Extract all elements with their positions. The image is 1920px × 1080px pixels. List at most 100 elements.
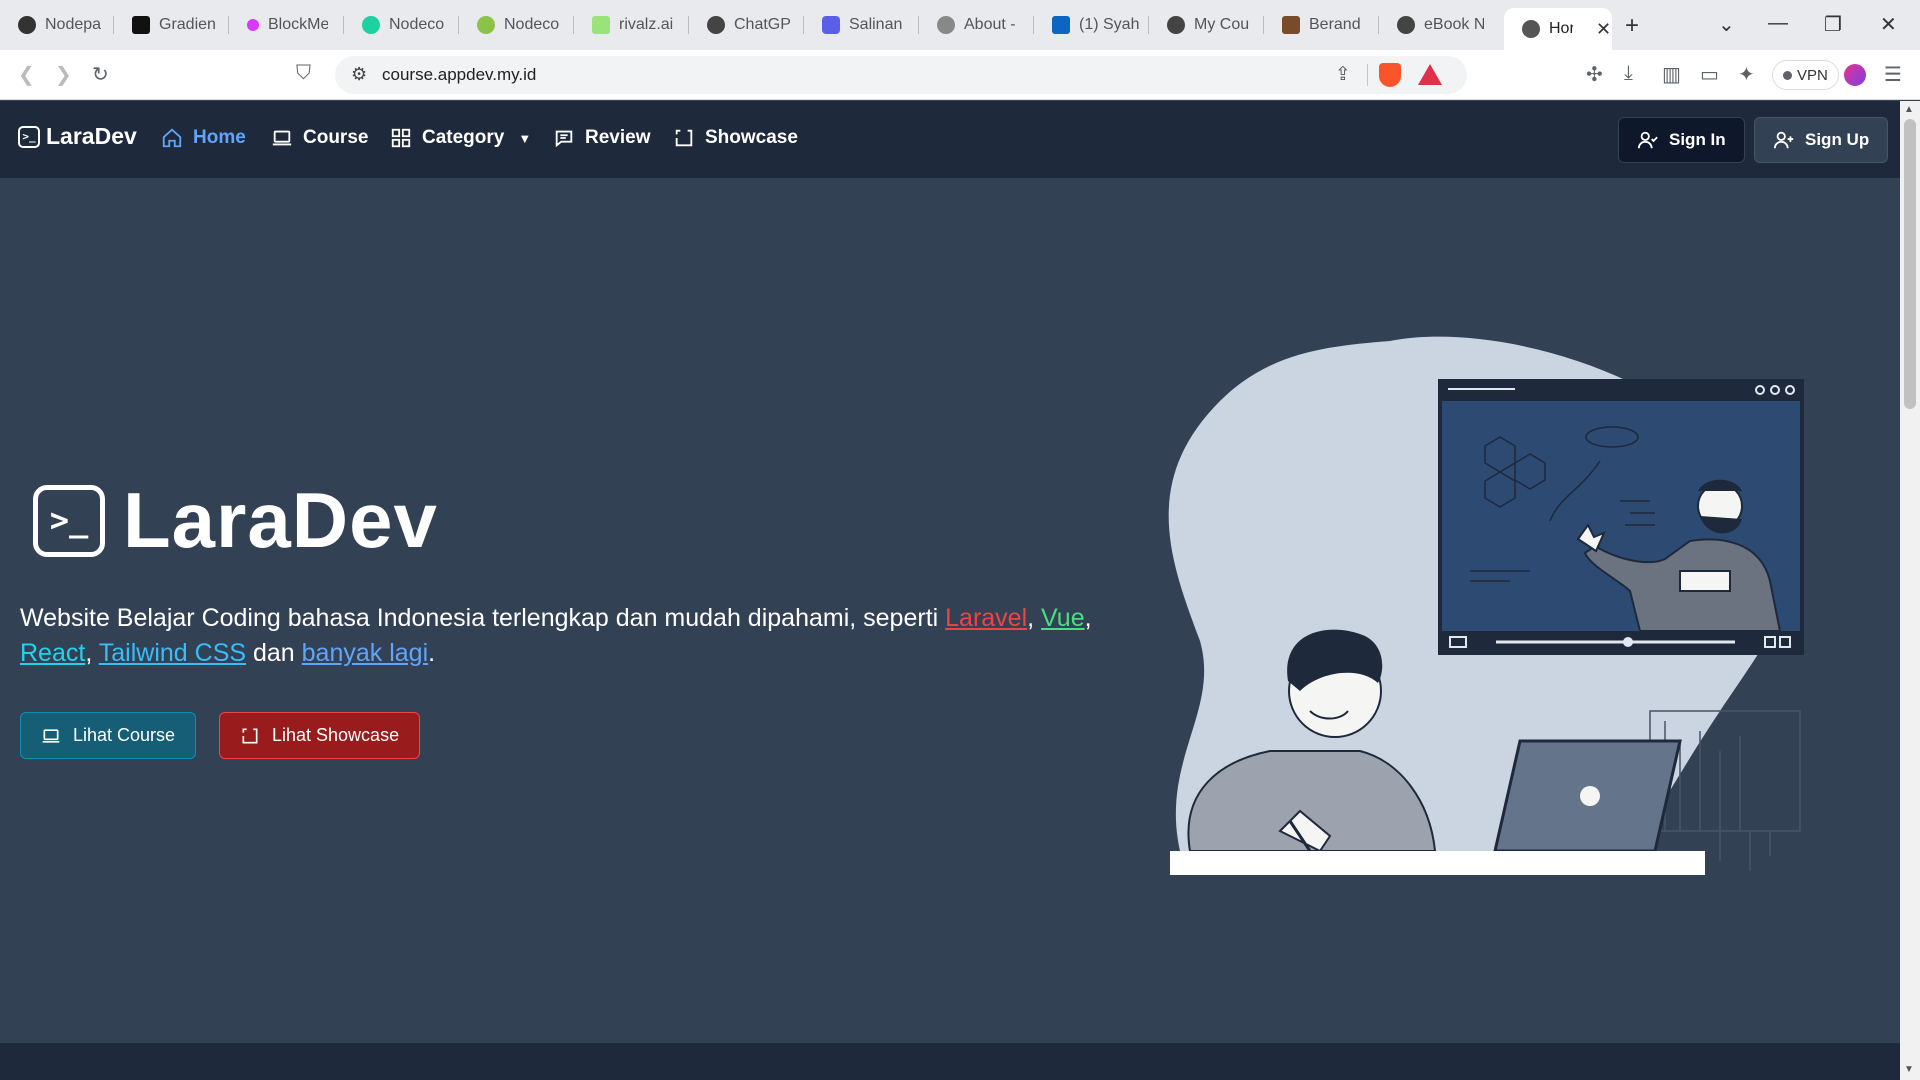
browser-tab-strip: Nodepa Gradien BlockMe Nodeco Nodeco riv…	[0, 0, 1920, 50]
home-icon	[162, 128, 182, 148]
tab-favicon-icon	[132, 16, 150, 34]
url-text[interactable]: course.appdev.my.id	[382, 65, 536, 85]
tab-title: ChatGP	[734, 16, 791, 33]
nav-review-label: Review	[585, 127, 651, 148]
tab-favicon-icon	[1397, 16, 1415, 34]
vpn-status-icon	[1783, 70, 1792, 80]
nav-showcase-label: Showcase	[705, 127, 798, 148]
nav-category-label: Category	[422, 127, 505, 148]
nav-home-label: Home	[193, 127, 246, 148]
brave-shields-icon[interactable]	[1379, 63, 1401, 87]
browser-tab[interactable]: ChatGP	[689, 8, 804, 42]
tab-favicon-icon	[247, 19, 259, 31]
view-course-button[interactable]: Lihat Course	[20, 712, 197, 759]
user-check-icon	[1637, 131, 1658, 149]
nav-course-label: Course	[303, 127, 369, 148]
browser-tab[interactable]: Berand	[1264, 8, 1379, 42]
view-showcase-button[interactable]: Lihat Showcase	[219, 712, 421, 759]
brave-rewards-icon[interactable]	[1418, 64, 1442, 85]
period: .	[428, 639, 436, 667]
globe-icon	[1522, 20, 1540, 38]
comma: ,	[85, 639, 93, 667]
site-settings-icon[interactable]: ⚙	[351, 64, 367, 85]
reload-button[interactable]: ↻	[92, 62, 109, 87]
nav-home[interactable]: Home	[161, 127, 246, 149]
restore-window-button[interactable]: ❐	[1824, 12, 1842, 37]
browser-tab-active[interactable]: Hor ✕	[1504, 8, 1612, 50]
browser-tab[interactable]: BlockMe	[229, 8, 344, 42]
tab-title: Nodeco	[504, 16, 560, 33]
wallet-icon[interactable]: ▭	[1700, 62, 1719, 87]
laptop-icon	[272, 130, 292, 146]
tab-title: Nodepa	[45, 16, 102, 33]
tab-favicon-icon	[1167, 16, 1185, 34]
tab-favicon-icon	[362, 16, 380, 34]
browser-tab[interactable]: About -	[919, 8, 1034, 42]
close-window-button[interactable]: ✕	[1880, 12, 1897, 37]
page-viewport: >_ LaraDev Home Course Category ▼ Review…	[0, 101, 1900, 1080]
bookmark-icon[interactable]: ⛉	[296, 62, 311, 85]
dan-text: dan	[246, 639, 302, 667]
browser-tab[interactable]: Salinan	[804, 8, 919, 42]
frame-icon	[675, 129, 693, 147]
nav-showcase[interactable]: Showcase	[673, 127, 798, 149]
terminal-icon: >_	[18, 125, 40, 148]
tab-title: Nodeco	[389, 16, 445, 33]
scrollbar-thumb[interactable]	[1904, 119, 1916, 409]
browser-tab[interactable]: Nodeco	[344, 8, 459, 42]
tab-title: My Cou	[1194, 16, 1250, 33]
laravel-link[interactable]: Laravel	[945, 604, 1027, 632]
vue-link[interactable]: Vue	[1041, 604, 1085, 632]
profile-avatar[interactable]	[1844, 64, 1866, 86]
tab-favicon-icon	[18, 16, 36, 34]
tab-favicon-icon	[937, 16, 955, 34]
share-icon[interactable]: ⇪	[1335, 63, 1351, 86]
desk	[1170, 851, 1705, 875]
nav-category[interactable]: Category ▼	[390, 127, 531, 149]
nav-review[interactable]: Review	[553, 127, 650, 149]
sign-in-button[interactable]: Sign In	[1618, 117, 1745, 163]
page-scrollbar[interactable]: ▲ ▼	[1900, 101, 1920, 1080]
leo-ai-icon[interactable]: ✦	[1738, 62, 1755, 87]
sign-up-button[interactable]: Sign Up	[1754, 117, 1889, 163]
scroll-up-icon[interactable]: ▲	[1904, 104, 1914, 115]
brand-name: LaraDev	[46, 123, 137, 149]
tab-title: Hor	[1549, 20, 1573, 37]
site-navbar: >_ LaraDev Home Course Category ▼ Review…	[0, 101, 1900, 178]
browser-tab[interactable]: My Cou	[1149, 8, 1264, 42]
section-divider	[0, 1043, 1900, 1080]
hero-title: LaraDev	[123, 476, 438, 564]
video-player	[1438, 379, 1804, 655]
tab-title: About -	[964, 16, 1016, 33]
more-link[interactable]: banyak lagi	[302, 639, 428, 667]
scroll-down-icon[interactable]: ▼	[1904, 1064, 1914, 1075]
browser-tab[interactable]: rivalz.ai	[574, 8, 689, 42]
tab-favicon-icon	[822, 16, 840, 34]
download-icon[interactable]: ⤓	[1624, 62, 1633, 85]
hero-logo: >_ LaraDev	[33, 475, 438, 566]
forward-button[interactable]: ❯	[55, 62, 72, 87]
browser-tab[interactable]: Nodeco	[459, 8, 574, 42]
extensions-icon[interactable]: ✣	[1586, 62, 1603, 87]
new-tab-button[interactable]: +	[1625, 12, 1639, 40]
tab-search-chevron-icon[interactable]: ⌄	[1718, 12, 1735, 37]
react-link[interactable]: React	[20, 639, 85, 667]
brand-logo[interactable]: >_ LaraDev	[18, 123, 137, 150]
menu-icon[interactable]: ☰	[1884, 62, 1902, 87]
nav-course[interactable]: Course	[271, 127, 368, 149]
vpn-button[interactable]: VPN	[1772, 60, 1839, 90]
tab-title: Salinan	[849, 16, 903, 33]
browser-tab[interactable]: Nodepa	[0, 8, 114, 42]
sidebar-icon[interactable]: ▥	[1662, 62, 1681, 87]
minimize-window-button[interactable]: —	[1768, 12, 1788, 35]
tab-title: BlockMe	[268, 16, 328, 33]
browser-tab[interactable]: eBook N	[1379, 8, 1494, 42]
tab-title: (1) Syah	[1079, 16, 1139, 33]
tailwind-link[interactable]: Tailwind CSS	[99, 639, 246, 667]
browser-tab[interactable]: Gradien	[114, 8, 229, 42]
omnibox-divider	[1367, 64, 1368, 86]
close-tab-icon[interactable]: ✕	[1596, 19, 1611, 40]
browser-tab[interactable]: (1) Syah	[1034, 8, 1149, 42]
address-bar[interactable]: ⚙ course.appdev.my.id ⇪	[335, 56, 1467, 94]
back-button[interactable]: ❮	[18, 62, 35, 87]
